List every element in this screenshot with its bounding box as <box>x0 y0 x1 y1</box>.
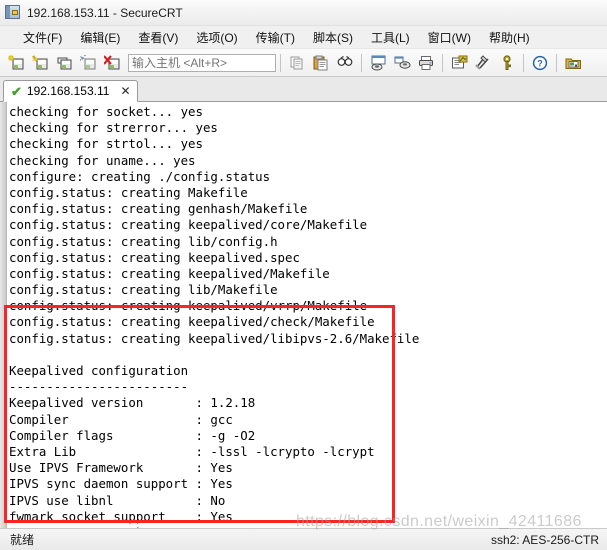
terminal-line: IPVS sync daemon support : Yes <box>9 476 233 492</box>
terminal-line: Use IPVS Framework : Yes <box>9 460 233 476</box>
clone-session-icon[interactable] <box>53 52 75 74</box>
menu-file[interactable]: 文件(F) <box>14 27 71 48</box>
terminal-line: Keepalived version : 1.2.18 <box>9 395 256 411</box>
svg-text:?: ? <box>537 58 543 68</box>
new-session-icon[interactable] <box>5 52 27 74</box>
terminal-line: ------------------------ <box>9 379 189 395</box>
terminal-line: config.status: creating Makefile <box>9 184 248 200</box>
terminal-line: Compiler : gcc <box>9 411 233 427</box>
menu-tools[interactable]: 工具(L) <box>362 27 419 48</box>
paste-icon[interactable] <box>310 52 332 74</box>
terminal-line: config.status: creating genhash/Makefile <box>9 201 308 217</box>
terminal-line: Keepalived configuration <box>9 363 189 378</box>
tab-strip: ✔ 192.168.153.11 ✕ <box>0 77 607 102</box>
menu-script[interactable]: 脚本(S) <box>304 27 362 48</box>
print-screen-icon[interactable] <box>391 52 413 74</box>
terminal-line: config.status: creating keepalived.spec <box>9 249 300 265</box>
status-cipher-text: ssh2: AES-256-CTR <box>490 532 599 547</box>
securecrt-icon <box>5 4 21 21</box>
help-icon[interactable]: ? <box>529 52 551 74</box>
toolbar-separator-3 <box>442 53 443 72</box>
host-input[interactable] <box>128 53 276 72</box>
copy-icon[interactable] <box>286 52 308 74</box>
terminal-line: checking for strtol... yes <box>9 136 203 152</box>
session-options-icon[interactable] <box>448 52 470 74</box>
terminal-line: checking for uname... yes <box>9 152 196 168</box>
global-options-icon[interactable] <box>472 52 494 74</box>
tool-bar: ? <box>0 48 607 77</box>
disconnect-icon[interactable] <box>101 52 123 74</box>
toolbar-separator-2 <box>361 53 362 72</box>
connect-sftp-icon[interactable] <box>29 52 51 74</box>
menu-options[interactable]: 选项(O) <box>187 27 246 48</box>
terminal-scrollbar[interactable] <box>0 102 7 528</box>
terminal-line: config.status: creating keepalived/vrrp/… <box>9 298 368 314</box>
terminal-line: Extra Lib : -lssl -lcrypto -lcrypt <box>9 443 375 459</box>
terminal-line: config.status: creating lib/Makefile <box>9 282 278 298</box>
close-icon[interactable]: ✕ <box>120 85 130 97</box>
toolbar-separator-1 <box>280 53 281 72</box>
terminal-line: fwmark socket support : Yes <box>9 508 233 524</box>
print-icon[interactable] <box>415 52 437 74</box>
terminal-line: checking for socket... yes <box>9 104 203 119</box>
toolbar-separator-4 <box>523 53 524 72</box>
terminal-line: configure: creating ./config.status <box>9 168 271 184</box>
tab-session-1[interactable]: ✔ 192.168.153.11 ✕ <box>3 80 138 102</box>
reconnect-icon[interactable] <box>77 52 99 74</box>
menu-view[interactable]: 查看(V) <box>129 27 187 48</box>
menu-transfer[interactable]: 传输(T) <box>247 27 304 48</box>
terminal-line: Compiler flags : -g -O2 <box>9 427 256 443</box>
terminal-area: checking for socket... yes checking for s… <box>0 102 607 528</box>
terminal-line: checking for strerror... yes <box>9 120 218 136</box>
securecrt-window: 192.168.153.11 - SecureCRT 文件(F) 编辑(E) 查… <box>0 0 607 550</box>
key-icon[interactable] <box>496 52 518 74</box>
log-session-icon[interactable] <box>367 52 389 74</box>
terminal-line: config.status: creating keepalived/core/… <box>9 217 368 233</box>
menu-window[interactable]: 窗口(W) <box>419 27 480 48</box>
terminal-line: config.status: creating lib/config.h <box>9 233 278 249</box>
terminal-line: config.status: creating keepalived/libip… <box>9 330 420 346</box>
menu-help[interactable]: 帮助(H) <box>480 27 539 48</box>
terminal-line: IPVS use libnl : No <box>9 492 226 508</box>
terminal-line: Use VRRP Framework : Yes <box>9 525 607 528</box>
title-bar: 192.168.153.11 - SecureCRT <box>0 0 607 26</box>
status-ready-text: 就绪 <box>10 533 35 547</box>
terminal-line: config.status: creating keepalived/check… <box>9 314 375 330</box>
connected-check-icon: ✔ <box>11 83 22 99</box>
toolbar-separator-5 <box>556 53 557 72</box>
window-title: 192.168.153.11 - SecureCRT <box>27 5 183 20</box>
status-bar: 就绪 ssh2: AES-256-CTR <box>0 528 607 550</box>
terminal-output[interactable]: checking for socket... yes checking for s… <box>7 102 607 528</box>
menu-bar: 文件(F) 编辑(E) 查看(V) 选项(O) 传输(T) 脚本(S) 工具(L… <box>0 26 607 48</box>
session-manager-icon[interactable] <box>562 52 584 74</box>
terminal-line: config.status: creating keepalived/Makef… <box>9 265 330 281</box>
tab-label: 192.168.153.11 <box>26 84 110 98</box>
find-icon[interactable] <box>334 52 356 74</box>
menu-edit[interactable]: 编辑(E) <box>71 27 129 48</box>
